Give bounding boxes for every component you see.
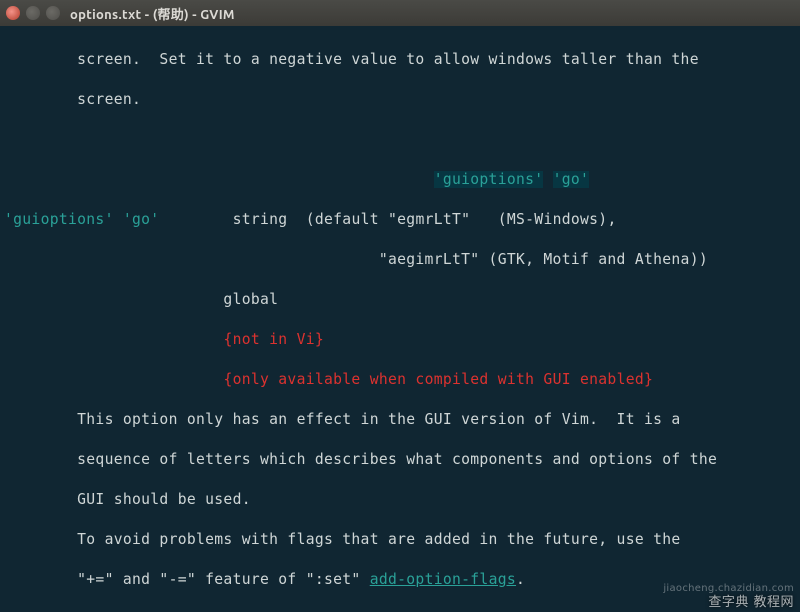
help-tag: 'go': [553, 171, 590, 188]
window-title: options.txt - (帮助) - GVIM: [70, 4, 235, 23]
help-link-add-option-flags[interactable]: add-option-flags: [370, 571, 516, 588]
window-titlebar: options.txt - (帮助) - GVIM: [0, 0, 800, 26]
help-line: [4, 130, 796, 150]
help-line: global: [4, 290, 796, 310]
help-tag: 'guioptions': [434, 171, 544, 188]
minimize-icon[interactable]: [26, 6, 40, 20]
help-line: 'guioptions' 'go' string (default "egmrL…: [4, 210, 796, 230]
help-line: {only available when compiled with GUI e…: [4, 370, 796, 390]
help-line: "aegimrLtT" (GTK, Motif and Athena)): [4, 250, 796, 270]
help-line: {not in Vi}: [4, 330, 796, 350]
help-tag-line: 'guioptions' 'go': [4, 170, 796, 190]
watermark-text: 查字典 教程网: [708, 591, 794, 610]
maximize-icon[interactable]: [46, 6, 60, 20]
help-window[interactable]: screen. Set it to a negative value to al…: [0, 26, 800, 612]
help-line: screen. Set it to a negative value to al…: [4, 50, 796, 70]
help-line: To avoid problems with flags that are ad…: [4, 530, 796, 550]
help-line: screen.: [4, 90, 796, 110]
close-icon[interactable]: [6, 6, 20, 20]
help-line: sequence of letters which describes what…: [4, 450, 796, 470]
help-line: GUI should be used.: [4, 490, 796, 510]
help-line: This option only has an effect in the GU…: [4, 410, 796, 430]
